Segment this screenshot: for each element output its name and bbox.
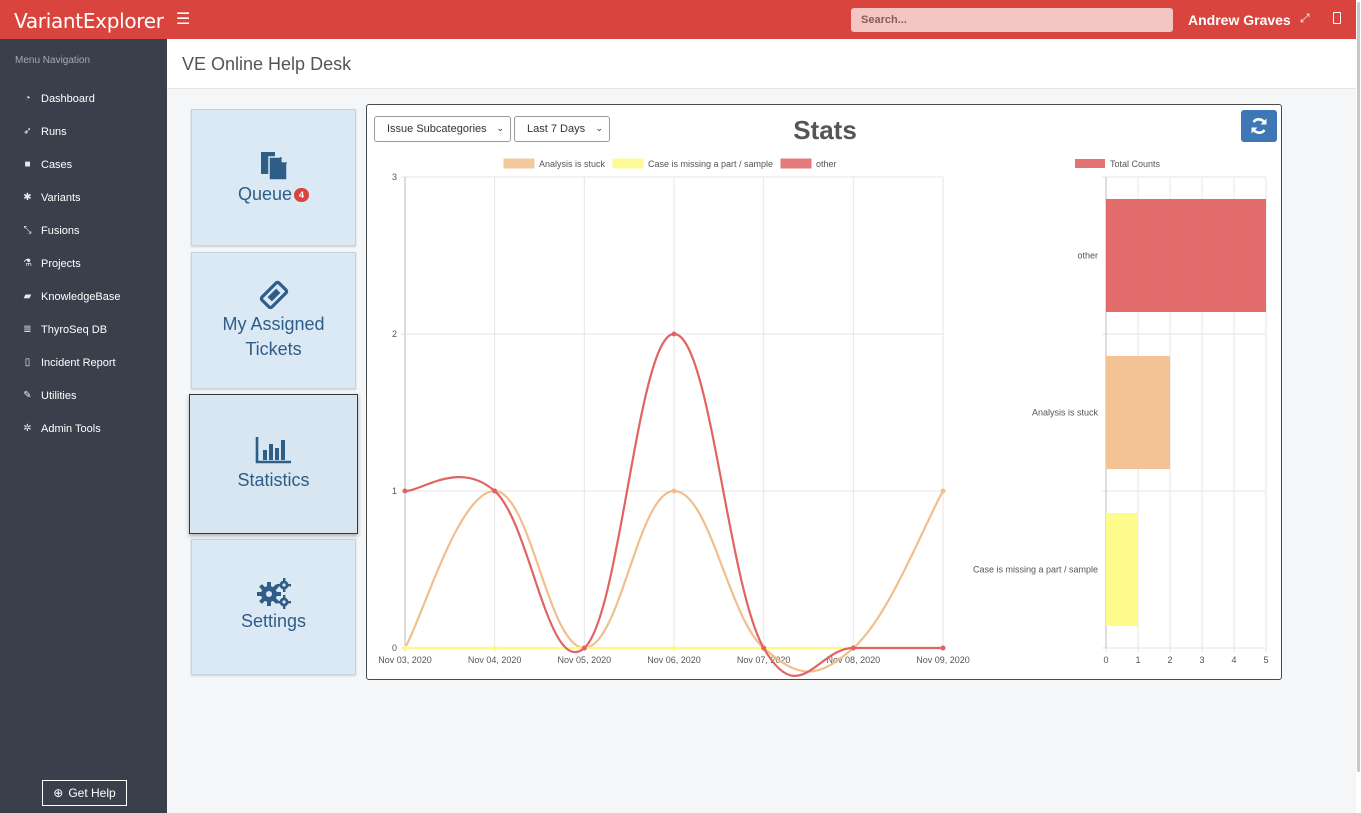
user-name[interactable]: Andrew Graves — [1188, 12, 1291, 28]
app-logo[interactable]: VariantExplorer — [14, 9, 164, 33]
sidebar-item-label: Variants — [41, 191, 81, 204]
flask-icon: ⚗ — [23, 258, 32, 269]
folder-icon: ■ — [24, 159, 31, 170]
database-icon: ≣ — [23, 324, 32, 335]
sidebar-item-label: Fusions — [41, 224, 80, 237]
sidebar-item-projects[interactable]: ⚗ Projects — [0, 247, 167, 280]
queue-label: Queue 4 — [192, 182, 355, 207]
get-help-button[interactable]: ⊕ Get Help — [42, 780, 127, 806]
menu-toggle-icon[interactable]: ☰ — [176, 9, 190, 29]
sidebar-item-knowledgebase[interactable]: ▰ KnowledgeBase — [0, 280, 167, 313]
sidebar-item-fusions[interactable]: ⤡ Fusions — [0, 214, 167, 247]
sidebar-item-label: Dashboard — [41, 92, 95, 105]
compress-icon: ⤡ — [23, 225, 32, 236]
subcategory-select[interactable]: Issue Subcategories ⌄ — [374, 116, 511, 142]
date-range-select[interactable]: Last 7 Days ⌄ — [514, 116, 610, 142]
sidebar-item-incident-report[interactable]: ▯ Incident Report — [0, 346, 167, 379]
sidebar-item-variants[interactable]: ✱ Variants — [0, 181, 167, 214]
sidebar-item-label: Admin Tools — [41, 422, 101, 435]
date-range-select-value: Last 7 Days — [527, 123, 586, 135]
sidebar-item-label: Cases — [41, 158, 73, 171]
sidebar-title: Menu Navigation — [15, 55, 91, 66]
sidebar-item-runs[interactable]: ➶ Runs — [0, 115, 167, 148]
my-assigned-tickets-card[interactable]: My Assigned Tickets — [191, 252, 356, 389]
sidebar-item-admin-tools[interactable]: ✲ Admin Tools — [0, 412, 167, 445]
my-assigned-label-line1: My Assigned — [222, 314, 325, 334]
sidebar-item-thyroseq-db[interactable]: ≣ ThyroSeq DB — [0, 313, 167, 346]
queue-count-badge: 4 — [294, 188, 310, 202]
sidebar-item-label: Incident Report — [41, 356, 116, 369]
fullscreen-icon[interactable]: ⤢ — [1300, 11, 1310, 26]
settings-label: Settings — [240, 611, 307, 631]
sidebar-item-dashboard[interactable]: ◔ Dashboard — [0, 82, 167, 115]
stats-panel: Stats Issue Subcategories ⌄ Last 7 Days … — [366, 104, 1282, 680]
chevron-down-icon: ⌄ — [496, 123, 504, 133]
sidebar-item-label: Runs — [41, 125, 67, 138]
refresh-button[interactable] — [1241, 110, 1277, 142]
my-assigned-label-line2: Tickets — [245, 339, 302, 359]
book-icon: ▰ — [23, 291, 32, 302]
settings-card[interactable]: Settings — [191, 539, 356, 675]
life-ring-icon: ⊕ — [53, 786, 64, 800]
sidebar-item-label: KnowledgeBase — [41, 290, 121, 303]
statistics-label: Statistics — [237, 470, 310, 490]
sidebar-item-label: Projects — [41, 257, 81, 270]
chevron-down-icon: ⌄ — [595, 123, 603, 133]
refresh-icon — [1251, 118, 1267, 134]
sidebar-item-utilities[interactable]: ✎ Utilities — [0, 379, 167, 412]
subcategory-select-value: Issue Subcategories — [387, 123, 487, 135]
sidebar-item-cases[interactable]: ■ Cases — [0, 148, 167, 181]
page-header: VE Online Help Desk — [167, 39, 1356, 89]
rocket-icon: ➶ — [23, 126, 32, 137]
gauge-icon: ◔ — [24, 93, 31, 104]
sidebar: Menu Navigation ◔ Dashboard ➶ Runs ■ Cases ✱ Va… — [0, 39, 167, 813]
get-help-label: Get Help — [68, 786, 116, 800]
mobile-view-icon[interactable] — [1333, 12, 1341, 24]
wrench-icon: ✎ — [23, 390, 32, 401]
sidebar-nav: ◔ Dashboard ➶ Runs ■ Cases ✱ Variants ⤡ Fusions ⚗ P… — [0, 82, 167, 445]
ticket-icon — [192, 279, 355, 316]
top-bar: VariantExplorer ☰ Andrew Graves ⤢ — [0, 0, 1356, 39]
file-icon: ▯ — [24, 357, 31, 368]
bar-chart-icon — [190, 435, 357, 470]
sidebar-item-label: ThyroSeq DB — [41, 323, 108, 336]
search-input[interactable] — [851, 8, 1173, 32]
asterisk-icon: ✱ — [23, 192, 32, 203]
statistics-card[interactable]: Statistics — [189, 394, 358, 534]
page-scrollbar-thumb[interactable] — [1357, 2, 1360, 772]
sidebar-item-label: Utilities — [41, 389, 77, 402]
cog-icon: ✲ — [23, 423, 32, 434]
queue-card[interactable]: Queue 4 — [191, 109, 356, 246]
page-title: VE Online Help Desk — [182, 54, 352, 74]
